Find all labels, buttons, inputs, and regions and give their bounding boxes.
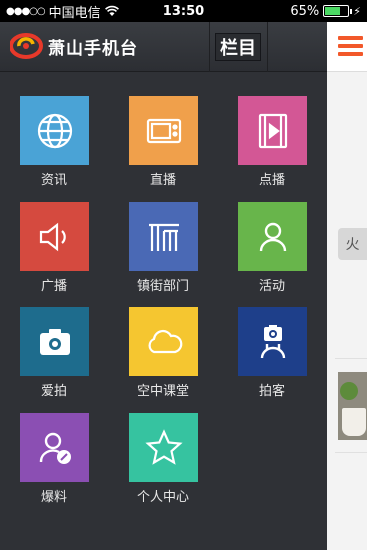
tile-label: 镇街部门 xyxy=(136,279,189,294)
cloud-icon xyxy=(148,329,182,353)
battery-percent: 65% xyxy=(290,3,320,19)
tile-live[interactable] xyxy=(129,96,198,165)
carrier-name: 中国电信 xyxy=(48,5,101,21)
main-header-peek xyxy=(327,22,367,72)
menu-icon[interactable] xyxy=(338,36,363,56)
speaker-icon xyxy=(39,222,66,251)
status-bar: ●●●○○ 中国电信 13:50 65% ⚡ xyxy=(0,0,367,22)
logo-text: 萧山手机台 xyxy=(48,38,138,59)
battery-tip xyxy=(350,9,353,14)
news-thumbnail[interactable] xyxy=(338,372,367,440)
main-content-peek[interactable]: 火 xyxy=(327,22,367,550)
person-icon xyxy=(259,222,286,251)
tile-label: 广播 xyxy=(40,279,67,294)
app-logo: 萧山手机台 xyxy=(10,33,138,59)
tile-label: 拍客 xyxy=(258,384,285,399)
tile-tips[interactable] xyxy=(20,413,89,482)
tile-label: 直播 xyxy=(149,173,176,188)
header-divider xyxy=(267,22,268,72)
tile-classroom[interactable] xyxy=(129,307,198,376)
camera-icon xyxy=(39,328,70,355)
tv-icon xyxy=(146,118,181,143)
building-icon xyxy=(148,223,179,251)
globe-icon xyxy=(37,113,72,148)
logo-mark-icon xyxy=(10,33,43,59)
tile-news[interactable] xyxy=(20,96,89,165)
tile-label: 爱拍 xyxy=(40,384,67,399)
tile-events[interactable] xyxy=(238,202,307,271)
app-header: 萧山手机台 栏目 xyxy=(0,22,327,72)
divider xyxy=(335,358,367,359)
film-icon xyxy=(258,113,287,148)
feature-grid: 资讯 直播 点播 广播 镇街部门 活动 爱拍 空中课堂 拍客 爆料 个人中心 xyxy=(0,72,327,550)
reporter-icon xyxy=(39,432,71,464)
thumbnail-leaf xyxy=(340,382,358,400)
star-icon xyxy=(144,428,183,465)
tile-departments[interactable] xyxy=(129,202,198,271)
status-right: 65% ⚡ xyxy=(290,4,361,19)
column-button[interactable]: 栏目 xyxy=(215,33,261,61)
divider xyxy=(335,452,367,453)
header-divider xyxy=(209,22,210,72)
tile-profile[interactable] xyxy=(129,413,198,482)
battery-icon xyxy=(323,5,353,17)
tile-photo[interactable] xyxy=(20,307,89,376)
camera-person-icon xyxy=(260,324,285,358)
tile-vod[interactable] xyxy=(238,96,307,165)
tile-radio[interactable] xyxy=(20,202,89,271)
wifi-icon xyxy=(104,5,119,16)
tile-citizen-reporter[interactable] xyxy=(238,307,307,376)
peek-tag: 火 xyxy=(338,228,367,260)
tile-label: 爆料 xyxy=(40,490,67,505)
tile-label: 个人中心 xyxy=(136,490,189,505)
signal-strength-icon: ●●●○○ xyxy=(6,5,46,17)
tile-label: 点播 xyxy=(258,173,285,188)
status-left: ●●●○○ 中国电信 xyxy=(6,2,119,21)
tile-label: 空中课堂 xyxy=(136,384,189,399)
charging-icon: ⚡ xyxy=(353,4,361,18)
thumbnail-cup xyxy=(342,408,366,436)
tile-label: 活动 xyxy=(258,279,285,294)
battery-fill xyxy=(325,7,340,15)
tile-label: 资讯 xyxy=(40,173,67,188)
